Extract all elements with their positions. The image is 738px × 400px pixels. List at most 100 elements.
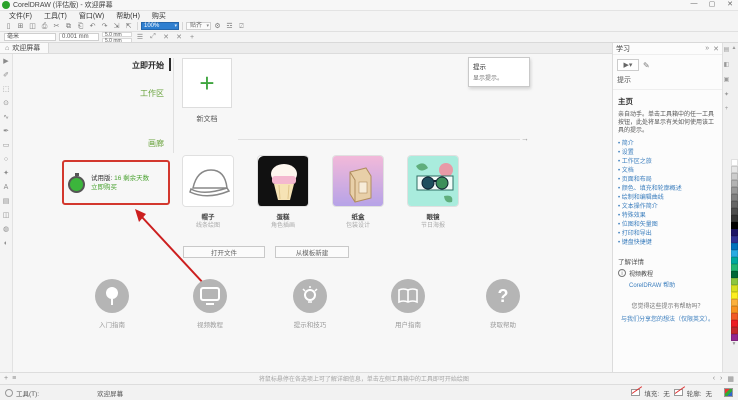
options-gear-icon[interactable]: ⚙ <box>212 22 223 31</box>
palette-color-swatch[interactable] <box>731 320 738 327</box>
resource-video-tutorials[interactable]: 视频教程 <box>175 279 245 329</box>
prev-page-button[interactable]: ‹ <box>713 375 715 382</box>
trial-days-link[interactable]: 16 剩余天数 <box>114 175 149 182</box>
resource-user-guide[interactable]: 用户指南 <box>373 279 443 329</box>
keep-ratio-button[interactable]: ⤢ <box>148 33 158 41</box>
maximize-button[interactable]: ▢ <box>706 0 718 8</box>
template-card-carton[interactable] <box>332 155 384 207</box>
carousel-next-arrow[interactable]: → <box>521 134 529 143</box>
undo-icon[interactable]: ↶ <box>87 22 98 31</box>
menu-buy[interactable]: 购买 <box>147 11 171 21</box>
hint-topic-link[interactable]: • 文档 <box>618 167 717 176</box>
palette-color-swatch[interactable] <box>731 257 738 264</box>
palette-color-swatch[interactable] <box>731 264 738 271</box>
new-document-icon[interactable]: ▯ <box>3 22 14 31</box>
add-docker-tab[interactable]: + <box>725 106 729 112</box>
template-card-cap[interactable] <box>182 155 234 207</box>
palette-color-swatch[interactable] <box>731 159 738 166</box>
docker-close-button[interactable]: ✕ <box>713 45 719 53</box>
ellipse-tool[interactable]: ○ <box>4 156 8 164</box>
menu-tools[interactable]: 工具(T) <box>39 11 72 21</box>
palette-color-swatch[interactable] <box>731 306 738 313</box>
objects-docker-tab[interactable]: ▣ <box>724 76 730 83</box>
palette-color-swatch[interactable] <box>731 229 738 236</box>
snap-to-combo[interactable]: 贴齐 <box>186 22 211 30</box>
palette-color-swatch[interactable] <box>731 208 738 215</box>
polygon-tool[interactable]: ✦ <box>3 170 9 178</box>
save-icon[interactable]: ◫ <box>27 22 38 31</box>
outline-swatch-none[interactable] <box>674 389 683 396</box>
coreldraw-help-link[interactable]: CorelDRAW 帮助 <box>629 280 717 289</box>
palette-color-swatch[interactable] <box>731 278 738 285</box>
table-tool[interactable]: ▤ <box>3 198 10 206</box>
hint-topic-link[interactable]: • 打印和导出 <box>618 230 717 239</box>
hint-topic-link[interactable]: • 颜色、填充和轮廓概述 <box>618 185 717 194</box>
palette-color-swatch[interactable] <box>731 180 738 187</box>
zoom-level-combo[interactable]: 100% <box>141 22 179 30</box>
palette-color-swatch[interactable] <box>731 243 738 250</box>
palette-color-swatch[interactable] <box>731 334 738 341</box>
transparency-tool[interactable]: ◐ <box>4 240 8 248</box>
hint-topic-link[interactable]: • 工作区之旅 <box>618 158 717 167</box>
fill-swatch-none[interactable] <box>631 389 640 396</box>
freehand-tool[interactable]: ∿ <box>3 114 9 122</box>
hint-topic-link[interactable]: • 设置 <box>618 149 717 158</box>
treat-as-filled-button[interactable]: ☰ <box>135 33 145 41</box>
new-document-card[interactable]: + <box>182 58 232 108</box>
palette-color-swatch[interactable] <box>731 201 738 208</box>
menu-window[interactable]: 窗口(W) <box>74 11 109 21</box>
pick-tool[interactable]: ▶ <box>3 58 8 66</box>
close-button[interactable]: ✕ <box>724 0 736 8</box>
palette-color-swatch[interactable] <box>731 236 738 243</box>
add-page-button[interactable]: + <box>4 375 8 382</box>
new-from-template-button[interactable]: 从模板新建 <box>275 246 349 258</box>
open-icon[interactable]: ⊞ <box>15 22 26 31</box>
mirror-vertical-button[interactable]: ✕ <box>174 33 184 41</box>
next-page-button[interactable]: › <box>720 375 722 382</box>
menu-help[interactable]: 帮助(H) <box>111 11 145 21</box>
shape-tool[interactable]: ✐ <box>3 72 9 80</box>
mirror-horizontal-button[interactable]: ✕ <box>161 33 171 41</box>
open-file-button[interactable]: 打开文件 <box>183 246 265 258</box>
hint-topic-link[interactable]: • 特殊效果 <box>618 212 717 221</box>
duplicate-x-field[interactable]: 5.0 mm <box>102 32 132 37</box>
template-card-cupcake[interactable] <box>257 155 309 207</box>
template-card-glasses[interactable] <box>407 155 459 207</box>
parallel-dimension-tool[interactable]: ◫ <box>3 212 10 220</box>
redo-icon[interactable]: ↷ <box>99 22 110 31</box>
current-tool-box[interactable]: ▶▾ <box>617 59 639 71</box>
docker-collapse-button[interactable]: » <box>705 45 709 52</box>
nav-item-get-started[interactable]: 立即开始 <box>95 60 171 71</box>
crop-tool[interactable]: ⬚ <box>3 86 10 94</box>
export-icon[interactable]: ⇱ <box>123 22 134 31</box>
palette-scroll-up-icon[interactable]: ▲ <box>732 45 737 51</box>
import-icon[interactable]: ⇲ <box>111 22 122 31</box>
resource-getting-started[interactable]: 入门指南 <box>77 279 147 329</box>
fill-tool[interactable]: ◍ <box>3 226 9 234</box>
nav-item-workspace[interactable]: 工作区 <box>95 88 171 99</box>
palette-color-swatch[interactable] <box>731 250 738 257</box>
palette-color-swatch[interactable] <box>731 285 738 292</box>
artistic-media-tool[interactable]: ✒ <box>3 128 9 136</box>
hint-topic-link[interactable]: • 键盘快捷键 <box>618 239 717 248</box>
page-list-button[interactable]: ≡ <box>12 375 16 382</box>
palette-color-swatch[interactable] <box>731 222 738 229</box>
minimize-button[interactable]: — <box>688 0 700 8</box>
buy-now-link[interactable]: 立即购买 <box>91 184 117 191</box>
properties-docker-tab[interactable]: ◧ <box>724 61 730 68</box>
palette-color-swatch[interactable] <box>731 187 738 194</box>
welcome-screen-icon[interactable]: ☲ <box>224 22 235 31</box>
print-icon[interactable]: ⎙ <box>39 22 50 31</box>
resource-tips-tricks[interactable]: 提示和技巧 <box>275 279 345 329</box>
nav-item-gallery[interactable]: 画廊 <box>95 138 171 149</box>
text-tool[interactable]: A <box>4 184 9 192</box>
resource-get-help[interactable]: ? 获取帮助 <box>468 279 538 329</box>
units-combo[interactable]: 毫米 <box>4 33 56 41</box>
hints-docker-tab[interactable]: ▤ <box>724 46 730 53</box>
palette-color-swatch[interactable] <box>731 299 738 306</box>
duplicate-y-field[interactable]: 5.0 mm <box>102 38 132 43</box>
document-navigator-icon[interactable]: ▦ <box>727 375 734 383</box>
palette-color-swatch[interactable] <box>731 327 738 334</box>
palette-color-swatch[interactable] <box>731 292 738 299</box>
cut-icon[interactable]: ✂ <box>51 22 62 31</box>
